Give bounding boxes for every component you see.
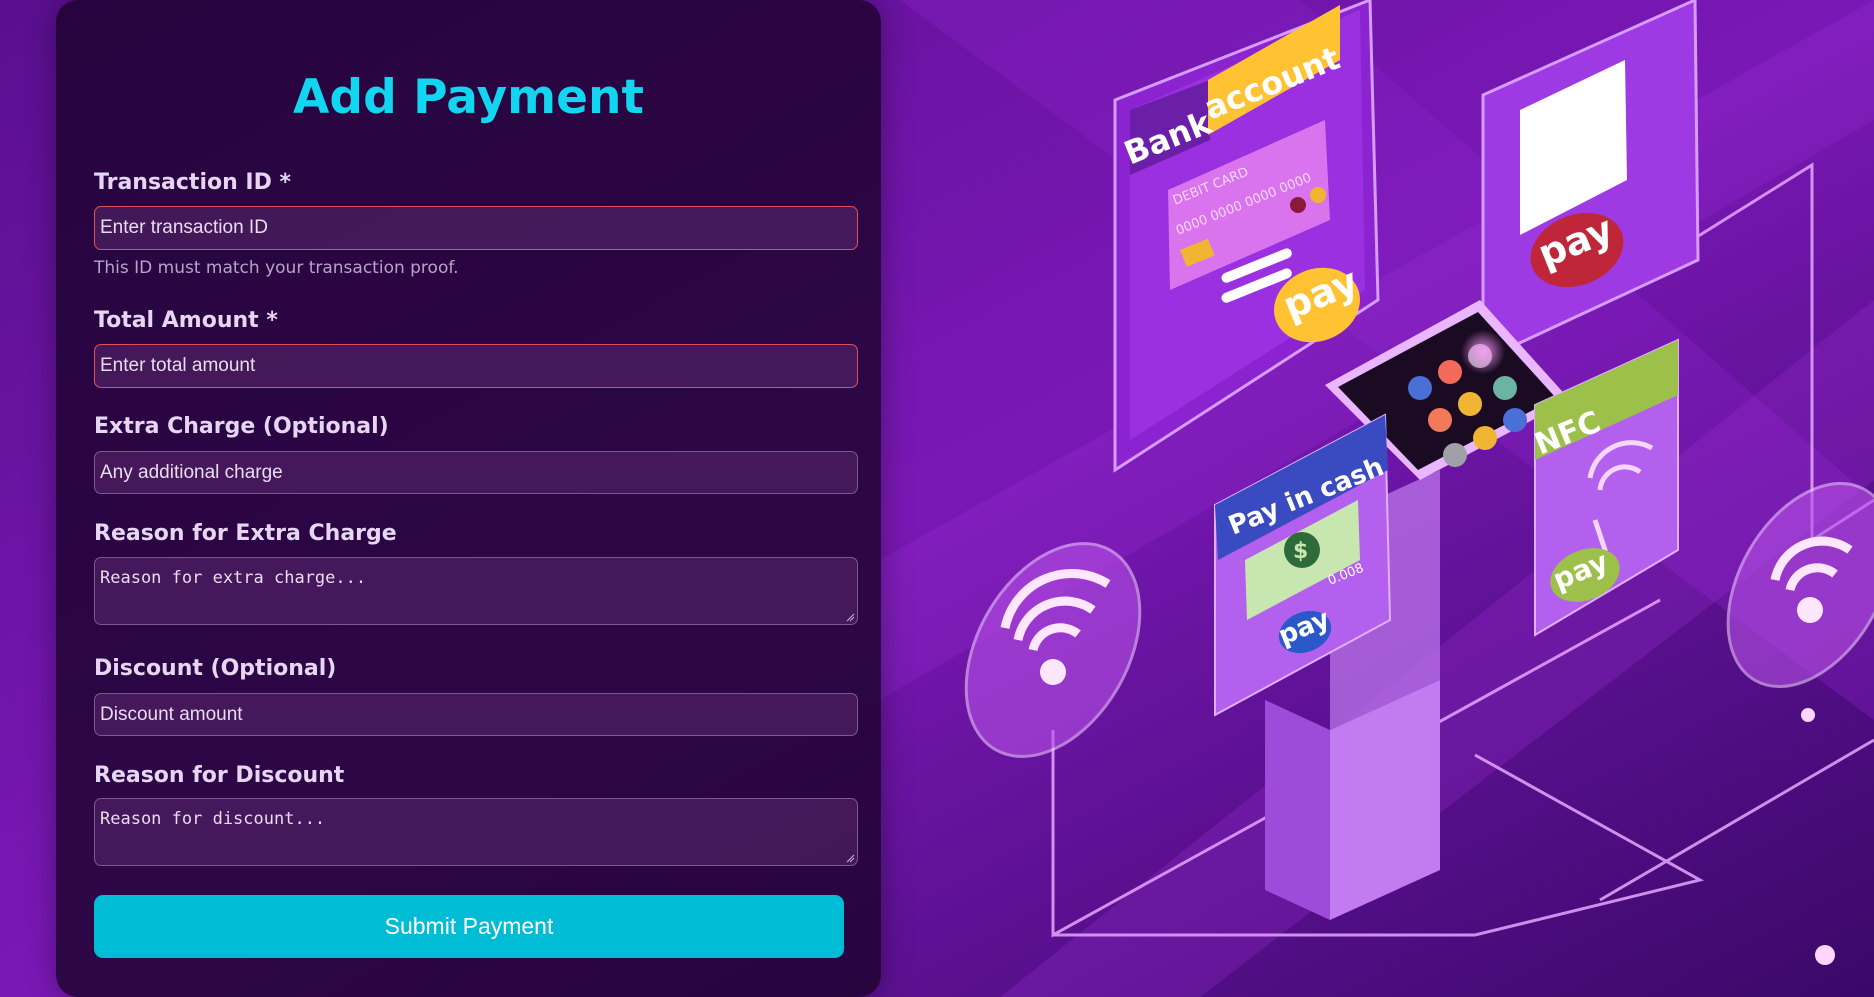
resize-grip-icon[interactable] xyxy=(846,613,855,622)
transaction-id-placeholder: Enter transaction ID xyxy=(100,217,268,238)
extra-charge-input[interactable]: Any additional charge xyxy=(94,451,858,494)
discount-input[interactable]: Discount amount xyxy=(94,693,858,736)
transaction-id-label: Transaction ID * xyxy=(94,170,292,195)
total-amount-label: Total Amount * xyxy=(94,308,278,333)
page-title: Add Payment xyxy=(293,70,644,125)
submit-payment-button[interactable]: Submit Payment xyxy=(94,895,844,958)
extra-reason-placeholder: Reason for extra charge... xyxy=(100,568,367,588)
extra-charge-placeholder: Any additional charge xyxy=(100,461,283,483)
extra-charge-label: Extra Charge (Optional) xyxy=(94,414,389,439)
extra-reason-label: Reason for Extra Charge xyxy=(94,521,397,546)
resize-grip-icon[interactable] xyxy=(846,854,855,863)
discount-reason-textarea[interactable]: Reason for discount... xyxy=(94,798,858,866)
discount-placeholder: Discount amount xyxy=(100,703,243,725)
discount-reason-placeholder: Reason for discount... xyxy=(100,809,326,829)
extra-reason-textarea[interactable]: Reason for extra charge... xyxy=(94,557,858,625)
transaction-id-input[interactable]: Enter transaction ID xyxy=(94,206,858,250)
total-amount-input[interactable]: Enter total amount xyxy=(94,344,858,388)
transaction-id-hint: This ID must match your transaction proo… xyxy=(94,258,459,278)
discount-label: Discount (Optional) xyxy=(94,656,337,681)
total-amount-placeholder: Enter total amount xyxy=(100,355,256,376)
dollar-sign: $ xyxy=(1293,539,1308,564)
discount-reason-label: Reason for Discount xyxy=(94,763,345,788)
payment-form-card: Add Payment Transaction ID * Enter trans… xyxy=(56,0,881,997)
